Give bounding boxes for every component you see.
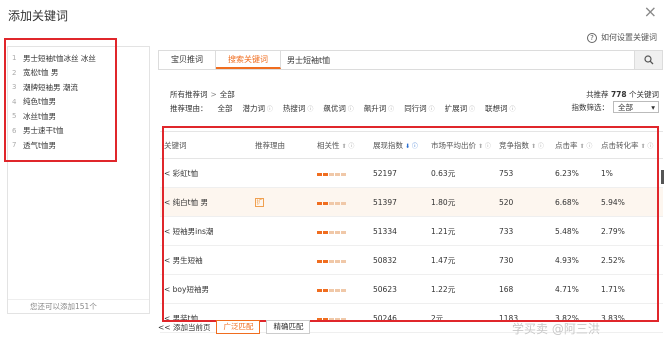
breadcrumb: 所有推荐词 > 全部 <box>170 89 235 100</box>
tab-baby-recommend[interactable]: 宝贝推词 <box>159 51 216 69</box>
dialog-title: 添加关键词 <box>8 9 69 23</box>
total-count: 共推荐 778 个关键词 <box>586 89 659 100</box>
reason-option-label: 飙升词 <box>363 104 387 113</box>
chevron-right-icon: > <box>210 90 217 99</box>
watermark: 学买卖 @阿三洪 <box>512 322 600 336</box>
reason-label: 推荐理由： <box>170 104 208 113</box>
scrollbar[interactable] <box>661 170 664 184</box>
reason-option-label: 飙优词 <box>323 104 346 113</box>
reason-option-label: 联想词 <box>485 104 508 113</box>
question-icon: ? <box>587 32 597 43</box>
reason-option[interactable]: 热搜词 ⓘ <box>283 103 313 114</box>
breadcrumb-current: 全部 <box>219 90 235 99</box>
add-current-page-button[interactable]: << 添加当前页 <box>158 322 210 333</box>
reason-option[interactable]: 潜力词 ⓘ <box>243 103 273 114</box>
reason-option[interactable]: 扩展词 ⓘ <box>445 103 475 114</box>
tab-search-keyword[interactable]: 搜索关键词 <box>216 51 281 69</box>
total-prefix: 共推荐 <box>586 90 609 99</box>
close-icon[interactable]: × <box>644 4 657 20</box>
info-icon: ⓘ <box>426 106 435 113</box>
chevron-down-icon: ▾ <box>651 102 655 112</box>
reason-option-label: 热搜词 <box>282 104 306 113</box>
search-input[interactable] <box>281 51 634 69</box>
annotation-box-left <box>4 38 117 162</box>
reason-option-label: 扩展词 <box>444 104 468 113</box>
reason-option[interactable]: 飙优词 ⓘ <box>323 103 353 114</box>
info-icon: ⓘ <box>467 106 476 113</box>
broad-match-button[interactable]: 广泛匹配 <box>216 320 261 334</box>
help-link[interactable]: ? 如何设置关键词 <box>587 32 657 43</box>
reason-option-label: 全部 <box>217 104 233 113</box>
total-suffix: 个关键词 <box>629 90 659 99</box>
keyword-tabs: 宝贝推词 搜索关键词 <box>158 50 663 70</box>
filter-label: 指数筛选： <box>571 102 610 112</box>
annotation-box-table <box>162 126 659 322</box>
reason-option[interactable]: 全部 <box>218 103 233 114</box>
reason-option-label: 潜力词 <box>242 104 266 113</box>
search-icon <box>643 55 653 65</box>
bottom-actions: << 添加当前页 广泛匹配 精确匹配 <box>158 320 311 334</box>
remaining-count: 您还可以添加151个 <box>8 299 149 313</box>
info-icon: ⓘ <box>507 106 516 113</box>
info-icon: ⓘ <box>265 106 273 113</box>
reason-filter: 推荐理由： 全部 潜力词 ⓘ 热搜词 ⓘ 飙优词 ⓘ 飙升词 ⓘ 同行词 ⓘ 扩展词 ⓘ 联想词… <box>170 103 515 114</box>
info-icon: ⓘ <box>305 106 314 113</box>
help-label: 如何设置关键词 <box>601 33 657 42</box>
info-icon: ⓘ <box>345 106 354 113</box>
filter-value: 全部 <box>618 102 633 112</box>
total-number: 778 <box>610 90 627 99</box>
info-icon: ⓘ <box>386 106 395 113</box>
index-filter: 指数筛选： 全部 ▾ <box>571 101 659 113</box>
search-button[interactable] <box>634 51 662 69</box>
filter-select[interactable]: 全部 ▾ <box>613 101 659 113</box>
exact-match-button[interactable]: 精确匹配 <box>266 320 311 334</box>
reason-option[interactable]: 联想词 ⓘ <box>485 103 515 114</box>
reason-option-label: 同行词 <box>404 104 427 113</box>
reason-option[interactable]: 同行词 ⓘ <box>404 103 434 114</box>
reason-option[interactable]: 飙升词 ⓘ <box>364 103 394 114</box>
breadcrumb-all[interactable]: 所有推荐词 <box>170 90 208 99</box>
